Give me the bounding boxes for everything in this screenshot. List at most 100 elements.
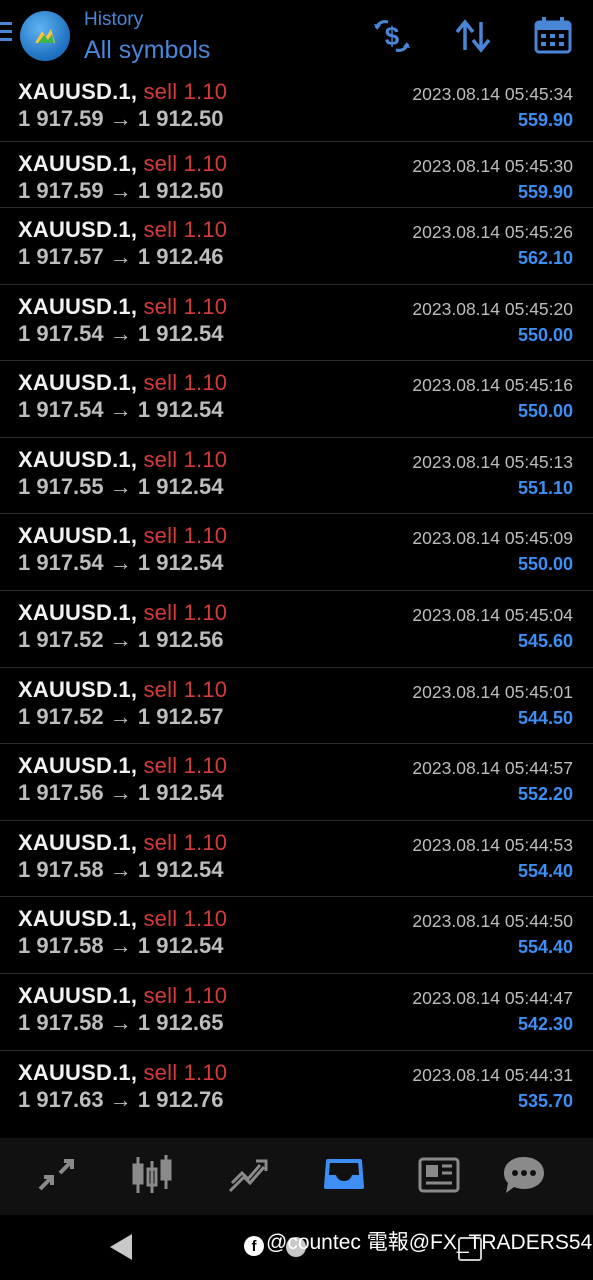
timestamp: 2023.08.14 05:45:16 bbox=[412, 375, 573, 396]
timestamp: 2023.08.14 05:45:26 bbox=[412, 222, 573, 242]
system-navigation-bar: f @countec 電報@FX_TRADERS54 bbox=[0, 1215, 593, 1280]
price-range: 1 917.59 → 1 912.50 bbox=[18, 178, 224, 203]
calendar-icon[interactable] bbox=[533, 16, 573, 56]
profit-value: 550.00 bbox=[517, 324, 573, 345]
side-label: sell 1.10 bbox=[143, 151, 228, 176]
price-range: 1 917.59 → 1 912.50 bbox=[18, 106, 224, 131]
symbol-label: XAUUSD.1, bbox=[18, 217, 138, 242]
profit-value: 550.00 bbox=[517, 554, 573, 575]
app-header: History All symbols $ bbox=[0, 0, 593, 76]
page-title: History bbox=[84, 9, 144, 30]
profit-value: 550.00 bbox=[517, 401, 573, 422]
watermark-text: @countec 電報@FX_TRADERS54 bbox=[266, 1231, 593, 1254]
profit-value: 559.90 bbox=[517, 182, 573, 202]
side-label: sell 1.10 bbox=[143, 829, 228, 855]
side-label: sell 1.10 bbox=[143, 523, 228, 549]
timestamp: 2023.08.14 05:45:09 bbox=[412, 528, 573, 549]
symbol-label: XAUUSD.1, bbox=[18, 1059, 138, 1085]
price-range: 1 917.58 → 1 912.54 bbox=[18, 856, 224, 882]
back-icon[interactable] bbox=[110, 1234, 132, 1260]
price-range: 1 917.57 → 1 912.46 bbox=[18, 244, 224, 269]
price-range: 1 917.58 → 1 912.65 bbox=[18, 1009, 224, 1035]
facebook-icon: f bbox=[244, 1236, 264, 1256]
symbol-label: XAUUSD.1, bbox=[18, 982, 138, 1008]
price-range: 1 917.52 → 1 912.56 bbox=[18, 626, 224, 652]
profit-value: 554.40 bbox=[517, 937, 573, 958]
trade-history-list[interactable]: XAUUSD.1, sell 1.10 1 917.59 → 1 912.50 … bbox=[0, 76, 593, 1127]
side-label: sell 1.10 bbox=[143, 676, 228, 702]
price-range: 1 917.54 → 1 912.54 bbox=[18, 320, 224, 346]
table-row[interactable]: XAUUSD.1, sell 1.10 1 917.55 → 1 912.54 … bbox=[0, 438, 593, 515]
timestamp: 2023.08.14 05:44:47 bbox=[412, 987, 573, 1008]
profit-value: 552.20 bbox=[517, 784, 573, 805]
menu-icon[interactable] bbox=[0, 22, 14, 46]
symbol-label: XAUUSD.1, bbox=[18, 370, 138, 396]
table-row[interactable]: XAUUSD.1, sell 1.10 1 917.63 → 1 912.76 … bbox=[0, 1051, 593, 1128]
price-range: 1 917.55 → 1 912.54 bbox=[18, 473, 224, 499]
table-row[interactable]: XAUUSD.1, sell 1.10 1 917.58 → 1 912.65 … bbox=[0, 974, 593, 1051]
dollar-refresh-icon[interactable]: $ bbox=[372, 16, 412, 56]
symbol-filter[interactable]: All symbols bbox=[84, 36, 210, 65]
timestamp: 2023.08.14 05:45:13 bbox=[412, 451, 573, 472]
metatrader-logo-icon[interactable] bbox=[20, 11, 70, 61]
svg-text:$: $ bbox=[385, 21, 400, 51]
side-label: sell 1.10 bbox=[143, 293, 228, 319]
price-range: 1 917.52 → 1 912.57 bbox=[18, 703, 224, 729]
table-row[interactable]: XAUUSD.1, sell 1.10 1 917.56 → 1 912.54 … bbox=[0, 744, 593, 821]
symbol-label: XAUUSD.1, bbox=[18, 906, 138, 932]
symbol-label: XAUUSD.1, bbox=[18, 293, 138, 319]
side-label: sell 1.10 bbox=[143, 446, 228, 472]
chat-icon[interactable] bbox=[502, 1153, 546, 1197]
profit-value: 559.90 bbox=[517, 110, 573, 130]
chart-icon[interactable] bbox=[130, 1153, 174, 1197]
timestamp: 2023.08.14 05:45:30 bbox=[412, 156, 573, 176]
profit-value: 551.10 bbox=[517, 477, 573, 498]
side-label: sell 1.10 bbox=[143, 217, 228, 242]
profit-value: 554.40 bbox=[517, 860, 573, 881]
news-icon[interactable] bbox=[418, 1153, 462, 1197]
table-row[interactable]: XAUUSD.1, sell 1.10 1 917.54 → 1 912.54 … bbox=[0, 285, 593, 362]
price-range: 1 917.56 → 1 912.54 bbox=[18, 780, 224, 806]
symbol-label: XAUUSD.1, bbox=[18, 829, 138, 855]
symbol-label: XAUUSD.1, bbox=[18, 523, 138, 549]
symbol-label: XAUUSD.1, bbox=[18, 676, 138, 702]
table-row[interactable]: XAUUSD.1, sell 1.10 1 917.58 → 1 912.54 … bbox=[0, 897, 593, 974]
timestamp: 2023.08.14 05:44:53 bbox=[412, 834, 573, 855]
table-row[interactable]: XAUUSD.1, sell 1.10 1 917.59 → 1 912.50 … bbox=[0, 76, 593, 142]
bottom-navigation bbox=[0, 1138, 593, 1215]
table-row[interactable]: XAUUSD.1, sell 1.10 1 917.59 → 1 912.50 … bbox=[0, 142, 593, 208]
history-icon[interactable] bbox=[322, 1153, 366, 1197]
side-label: sell 1.10 bbox=[143, 982, 228, 1008]
side-label: sell 1.10 bbox=[143, 370, 228, 396]
symbol-label: XAUUSD.1, bbox=[18, 446, 138, 472]
table-row[interactable]: XAUUSD.1, sell 1.10 1 917.57 → 1 912.46 … bbox=[0, 208, 593, 285]
symbol-label: XAUUSD.1, bbox=[18, 79, 138, 104]
sort-arrows-icon[interactable] bbox=[453, 16, 493, 56]
price-range: 1 917.54 → 1 912.54 bbox=[18, 550, 224, 576]
symbol-label: XAUUSD.1, bbox=[18, 599, 138, 625]
trade-icon[interactable] bbox=[226, 1153, 270, 1197]
profit-value: 545.60 bbox=[517, 630, 573, 651]
symbol-label: XAUUSD.1, bbox=[18, 151, 138, 176]
price-range: 1 917.54 → 1 912.54 bbox=[18, 397, 224, 423]
table-row[interactable]: XAUUSD.1, sell 1.10 1 917.52 → 1 912.56 … bbox=[0, 591, 593, 668]
table-row[interactable]: XAUUSD.1, sell 1.10 1 917.54 → 1 912.54 … bbox=[0, 361, 593, 438]
table-row[interactable]: XAUUSD.1, sell 1.10 1 917.52 → 1 912.57 … bbox=[0, 668, 593, 745]
price-range: 1 917.58 → 1 912.54 bbox=[18, 933, 224, 959]
table-row[interactable]: XAUUSD.1, sell 1.10 1 917.58 → 1 912.54 … bbox=[0, 821, 593, 898]
profit-value: 544.50 bbox=[517, 707, 573, 728]
side-label: sell 1.10 bbox=[143, 753, 228, 779]
side-label: sell 1.10 bbox=[143, 906, 228, 932]
timestamp: 2023.08.14 05:45:20 bbox=[412, 298, 573, 319]
timestamp: 2023.08.14 05:44:31 bbox=[412, 1064, 573, 1085]
side-label: sell 1.10 bbox=[143, 79, 228, 104]
price-range: 1 917.63 → 1 912.76 bbox=[18, 1086, 224, 1112]
quotes-icon[interactable] bbox=[34, 1153, 78, 1197]
timestamp: 2023.08.14 05:45:04 bbox=[412, 604, 573, 625]
side-label: sell 1.10 bbox=[143, 1059, 228, 1085]
timestamp: 2023.08.14 05:44:57 bbox=[412, 758, 573, 779]
profit-value: 542.30 bbox=[517, 1013, 573, 1034]
table-row[interactable]: XAUUSD.1, sell 1.10 1 917.54 → 1 912.54 … bbox=[0, 514, 593, 591]
side-label: sell 1.10 bbox=[143, 599, 228, 625]
timestamp: 2023.08.14 05:44:50 bbox=[412, 911, 573, 932]
